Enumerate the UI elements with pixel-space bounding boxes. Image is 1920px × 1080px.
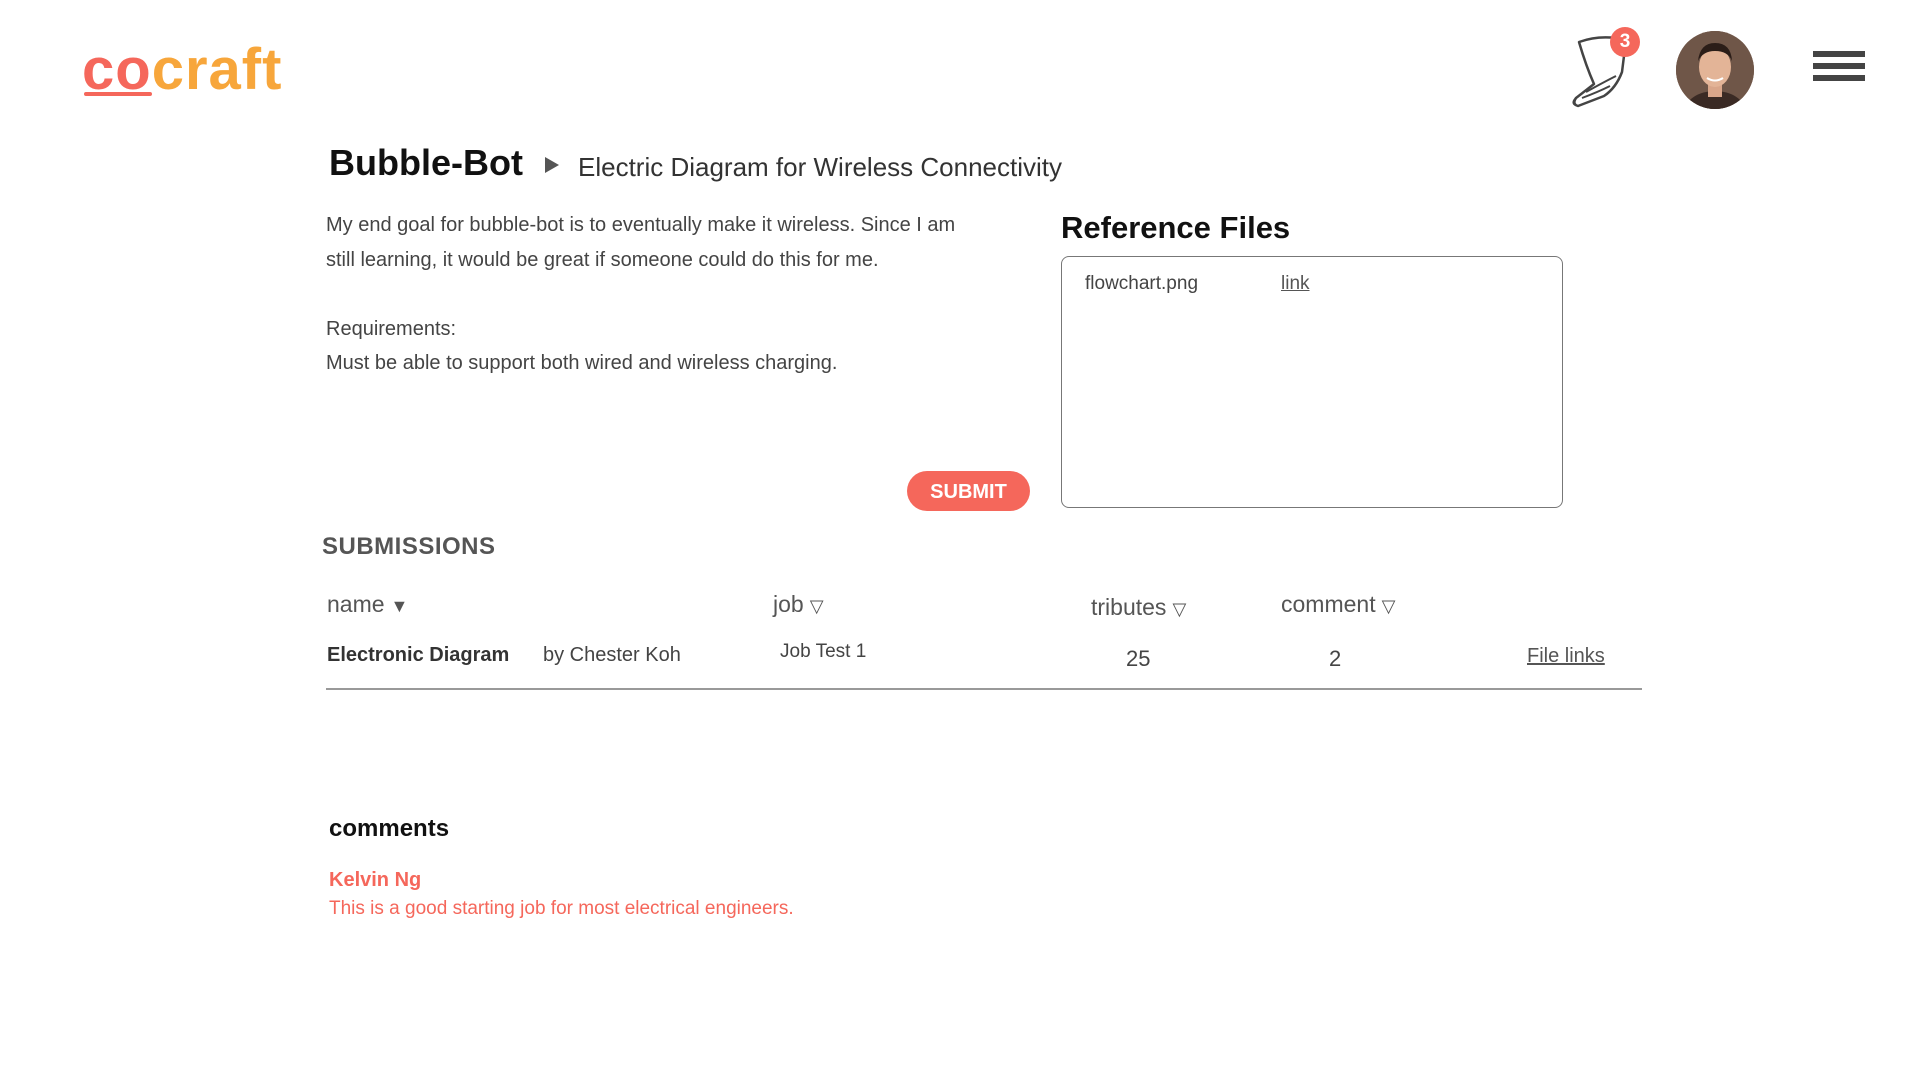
table-row-divider (326, 688, 1642, 690)
user-avatar[interactable] (1676, 31, 1754, 109)
description-line: still learning, it would be great if som… (326, 248, 879, 271)
reference-files-title: Reference Files (1061, 210, 1291, 245)
submissions-title: SUBMISSIONS (322, 533, 496, 560)
submission-job: Job Test 1 (780, 641, 867, 662)
requirements-text: Must be able to support both wired and w… (326, 352, 838, 374)
reference-file-link[interactable]: link (1281, 273, 1310, 295)
sort-desc-outline-icon: ▽ (1381, 596, 1396, 616)
submission-file-links[interactable]: File links (1527, 645, 1605, 668)
notification-badge: 3 (1610, 27, 1640, 57)
column-header-label: comment (1281, 591, 1376, 617)
comment-author[interactable]: Kelvin Ng (329, 869, 421, 892)
job-title: Electric Diagram for Wireless Connectivi… (578, 152, 1063, 182)
project-title[interactable]: Bubble-Bot (329, 142, 523, 184)
column-header-label: job (773, 591, 804, 617)
reference-file-name: flowchart.png (1085, 273, 1199, 294)
logo-craft: craft (151, 37, 283, 102)
sort-desc-filled-icon: ▼ (390, 596, 409, 616)
description-line: My end goal for bubble-bot is to eventua… (326, 214, 956, 236)
job-description: My end goal for bubble-bot is to eventua… (326, 208, 1026, 381)
sort-desc-outline-icon: ▽ (1172, 599, 1187, 619)
column-header-job[interactable]: job ▽ (773, 591, 824, 618)
submission-tributes: 25 (1126, 646, 1151, 671)
hamburger-menu-icon[interactable] (1813, 51, 1865, 89)
breadcrumb-arrow-icon (545, 157, 559, 173)
comment-text: This is a good starting job for most ele… (329, 898, 794, 919)
column-header-name[interactable]: name ▼ (327, 591, 408, 618)
logo-co: co (82, 37, 152, 102)
submission-comments: 2 (1329, 646, 1342, 671)
column-header-tributes[interactable]: tributes ▽ (1091, 594, 1186, 621)
column-header-comment[interactable]: comment ▽ (1281, 591, 1395, 618)
cocraft-logo[interactable]: cocraft (82, 38, 282, 102)
sort-desc-outline-icon: ▽ (809, 596, 824, 616)
column-header-label: name (327, 591, 385, 617)
column-header-label: tributes (1091, 594, 1167, 620)
requirements-label: Requirements: (326, 317, 457, 340)
submit-button[interactable]: SUBMIT (907, 471, 1030, 511)
submission-author: by Chester Koh (543, 644, 681, 666)
submission-name[interactable]: Electronic Diagram (327, 644, 509, 667)
comments-title: comments (329, 815, 450, 842)
